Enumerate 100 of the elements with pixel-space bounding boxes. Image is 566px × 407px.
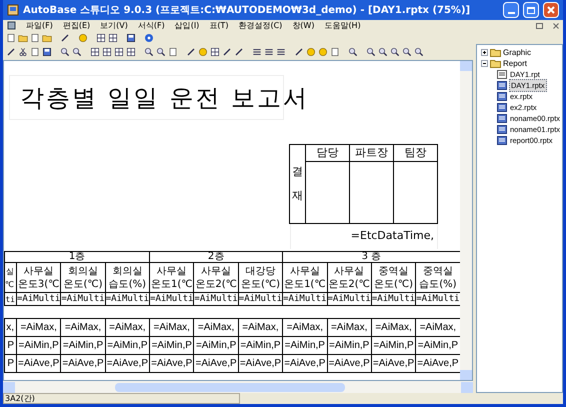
minimize-button[interactable] xyxy=(503,2,519,18)
column-header: 팀장 xyxy=(404,146,426,159)
table-cell: =AiMulti xyxy=(16,294,60,304)
document-icon[interactable] xyxy=(168,46,178,58)
close-icon[interactable] xyxy=(553,22,559,28)
table-cell: =AiMin,P xyxy=(18,340,59,350)
pen-icon[interactable] xyxy=(60,32,70,43)
document-icon[interactable] xyxy=(30,32,40,43)
grid-icon[interactable] xyxy=(126,46,136,58)
table-cell: =AiMulti xyxy=(416,294,460,304)
datetime-field: =EtcDataTime, xyxy=(350,228,434,245)
column-header: 사무실 xyxy=(200,264,232,278)
grid-icon[interactable] xyxy=(114,46,124,58)
table-cell: =AiMax, xyxy=(375,322,412,332)
document-icon[interactable] xyxy=(30,46,40,58)
magnifier-icon[interactable] xyxy=(378,46,388,58)
document-icon[interactable] xyxy=(6,32,16,43)
menu-item[interactable]: 환경설정(C) xyxy=(238,20,282,32)
circle-icon[interactable] xyxy=(198,46,208,58)
pen-icon[interactable] xyxy=(222,46,232,58)
lines-icon[interactable] xyxy=(252,46,262,58)
table-cell: =AiAve,P xyxy=(62,358,104,368)
pen-icon[interactable] xyxy=(186,46,196,58)
column-header: 사무실 xyxy=(288,264,321,278)
document-icon xyxy=(7,21,16,30)
menu-item[interactable]: 삽입(I) xyxy=(174,20,200,32)
app-icon xyxy=(7,4,19,16)
horizontal-scrollbar[interactable] xyxy=(3,381,473,393)
table-cell: =AiMulti xyxy=(283,294,326,304)
table-cell: =AiMin,P xyxy=(373,340,414,350)
grid-icon[interactable] xyxy=(108,32,118,43)
magnifier-icon[interactable] xyxy=(390,46,400,58)
pen-icon[interactable] xyxy=(234,46,244,58)
magnifier-icon[interactable] xyxy=(348,46,358,58)
magnifier-icon[interactable] xyxy=(366,46,376,58)
magnifier-icon[interactable] xyxy=(156,46,166,58)
column-header: 온도2(℃ xyxy=(194,278,238,290)
document-icon[interactable] xyxy=(330,46,340,58)
table-cell: =AiAve,P xyxy=(18,358,60,368)
pen-icon[interactable] xyxy=(6,46,16,58)
vertical-scrollbar[interactable] xyxy=(460,61,472,380)
grid-icon[interactable] xyxy=(96,32,106,43)
menu-item[interactable]: 도움말(H) xyxy=(324,20,361,32)
table-cell: =AiMax, xyxy=(109,322,146,332)
table-cell: =AiMulti xyxy=(150,294,194,304)
column-header: 실 xyxy=(5,266,15,278)
column-header: ℃ xyxy=(5,278,15,290)
expand-toggle[interactable] xyxy=(481,49,488,56)
table-cell: =AiAve,P xyxy=(106,358,148,368)
column-header: 중역실 xyxy=(378,264,410,278)
column-header: 온도(℃) xyxy=(62,278,104,290)
circle-icon[interactable] xyxy=(306,46,316,58)
table-cell: =AiMulti xyxy=(61,294,105,304)
table-cell: =AiAve,P xyxy=(151,358,192,368)
status-text: 3A2(간) xyxy=(3,393,240,404)
table-cell: =AiMin,P xyxy=(240,340,281,350)
menu-item[interactable]: 보기(V) xyxy=(100,20,128,32)
menu-item[interactable]: 편집(E) xyxy=(62,20,90,32)
grid-icon[interactable] xyxy=(210,46,220,58)
table-cell: =AiMin,P xyxy=(152,340,192,350)
column-header: 사무실 xyxy=(333,264,366,278)
column-header: 온도1(℃ xyxy=(283,278,326,290)
circle-icon[interactable] xyxy=(318,46,328,58)
magnifier-icon[interactable] xyxy=(72,46,82,58)
restore-icon[interactable] xyxy=(536,22,543,28)
file-icon xyxy=(497,92,507,101)
table-cell: P xyxy=(7,340,14,350)
circle-icon[interactable] xyxy=(78,32,88,43)
magnifier-icon[interactable] xyxy=(414,46,424,58)
collapse-toggle[interactable] xyxy=(481,60,488,67)
table-cell: =AiAve,P xyxy=(240,358,282,368)
column-header: 온도(℃) xyxy=(240,278,281,290)
column-header: 온도1(℃ xyxy=(150,278,194,290)
menu-item[interactable]: 창(W) xyxy=(292,20,314,32)
magnifier-icon[interactable] xyxy=(60,46,70,58)
column-header: 중역실 xyxy=(422,264,454,278)
scissors-icon[interactable] xyxy=(18,46,28,58)
close-button[interactable] xyxy=(543,2,559,18)
column-header: 파트장 xyxy=(355,146,388,159)
tree-item[interactable]: Report xyxy=(503,58,528,70)
lines-icon[interactable] xyxy=(264,46,274,58)
magnifier-icon[interactable] xyxy=(144,46,154,58)
maximize-button[interactable] xyxy=(523,2,539,18)
menu-item[interactable]: 표(T) xyxy=(209,20,228,32)
window-title: AutoBase 스튜디오 9.0.3 (프로젝트:C:₩AUTODEMO₩3d_demo) - [DAY1.rptx (75%)] xyxy=(23,4,472,18)
tree-item[interactable]: Graphic xyxy=(503,46,532,58)
file-icon xyxy=(497,103,507,112)
file-icon xyxy=(497,114,507,123)
table-cell: =AiMin,P xyxy=(196,340,236,350)
menu-item[interactable]: 파일(F) xyxy=(26,20,53,32)
table-cell: =AiAve,P xyxy=(195,358,237,368)
lines-icon[interactable] xyxy=(276,46,286,58)
menu-item[interactable]: 서식(F) xyxy=(138,20,165,32)
grid-icon[interactable] xyxy=(90,46,100,58)
grid-icon[interactable] xyxy=(102,46,112,58)
table-cell: =AiAve,P xyxy=(372,358,414,368)
floor-header: 1층 xyxy=(68,251,86,262)
table-cell: =AiAve,P xyxy=(417,358,459,368)
pen-icon[interactable] xyxy=(294,46,304,58)
magnifier-icon[interactable] xyxy=(402,46,412,58)
